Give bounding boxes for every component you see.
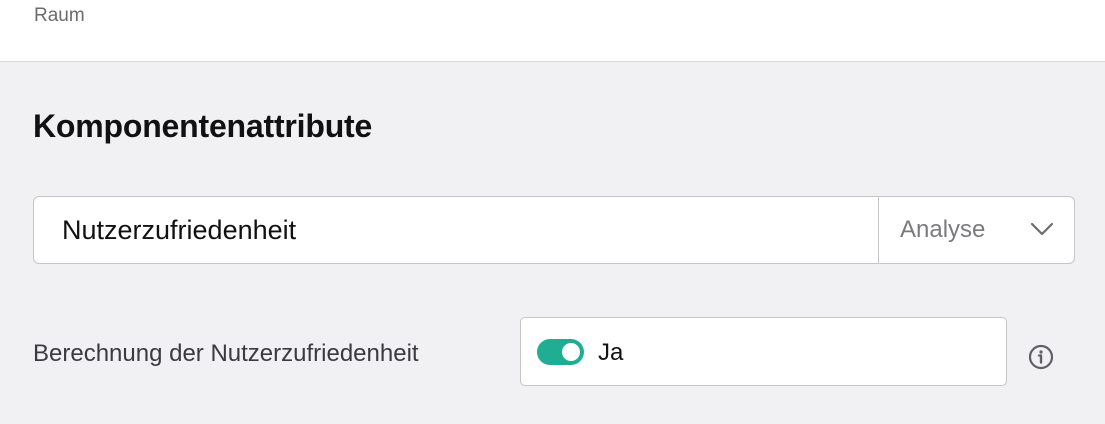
toggle-knob — [562, 343, 580, 361]
attribute-type-value: Analyse — [900, 216, 986, 243]
calculation-toggle[interactable] — [537, 339, 584, 365]
section-title: Komponentenattribute — [33, 108, 373, 144]
chevron-down-icon — [1030, 222, 1054, 236]
calculation-label: Berechnung der Nutzerzufriedenheit — [33, 340, 419, 367]
attribute-field-group: Analyse — [33, 196, 1075, 264]
attribute-name-input[interactable] — [34, 197, 879, 263]
toggle-value-label: Ja — [598, 339, 624, 366]
calculation-toggle-box: Ja — [520, 317, 1007, 386]
top-bar: Raum — [0, 0, 1105, 62]
breadcrumb-label: Raum — [34, 5, 85, 26]
attribute-type-select[interactable]: Analyse — [879, 197, 1074, 263]
info-icon[interactable] — [1028, 344, 1054, 370]
